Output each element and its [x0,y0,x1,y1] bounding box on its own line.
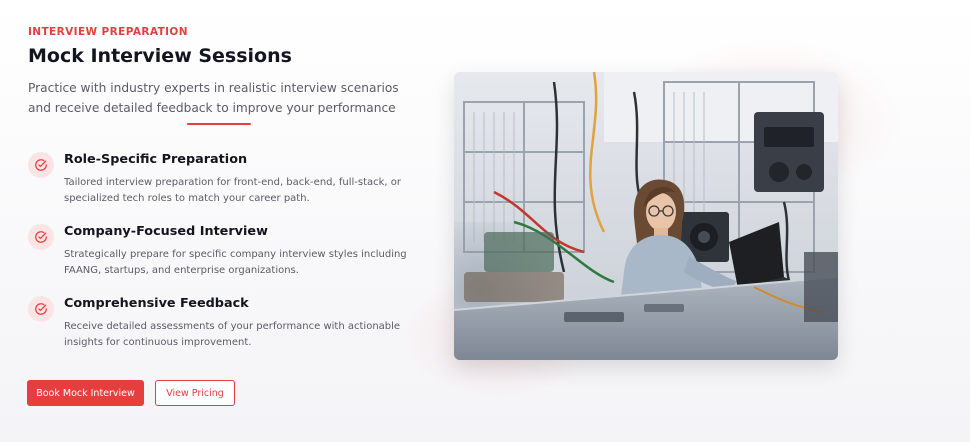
feature-description: Tailored interview preparation for front… [64,177,402,204]
lab-photo-image [454,72,838,360]
section-eyebrow: INTERVIEW PREPARATION [28,26,188,38]
title-underline-divider [187,123,251,125]
view-pricing-button[interactable]: View Pricing [155,380,235,406]
check-circle-icon [28,224,54,250]
section-title: Mock Interview Sessions [28,45,292,67]
book-mock-interview-button[interactable]: Book Mock Interview [27,380,144,406]
check-circle-icon [28,152,54,178]
check-circle-icon [28,296,54,322]
feature-title: Role-Specific Preparation [64,152,248,167]
feature-description: Strategically prepare for specific compa… [64,249,407,276]
feature-description: Receive detailed assessments of your per… [64,321,401,348]
feature-title: Comprehensive Feedback [64,296,249,311]
section-subtitle: Practice with industry experts in realis… [28,81,399,115]
feature-title: Company-Focused Interview [64,224,268,239]
mock-interview-section: INTERVIEW PREPARATION Mock Interview Ses… [0,0,970,442]
